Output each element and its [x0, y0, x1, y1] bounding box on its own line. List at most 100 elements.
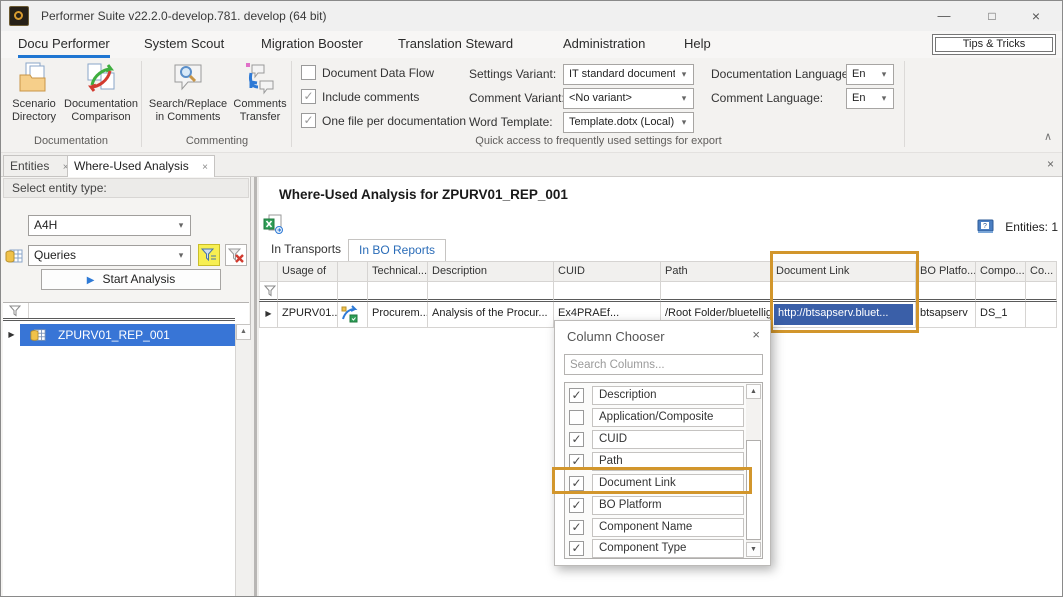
- cell-description: Analysis of the Procur...: [428, 302, 554, 328]
- excel-export-icon: [263, 214, 283, 234]
- header-path[interactable]: Path: [661, 261, 772, 282]
- cell-bo-platform: btsapserv: [916, 302, 976, 328]
- panel-splitter[interactable]: [251, 177, 259, 597]
- settings-variant-select[interactable]: IT standard document... ▾: [563, 64, 694, 85]
- document-link-value[interactable]: http://btsapserv.bluet...: [774, 304, 913, 325]
- scenario-directory-button[interactable]: Scenario Directory: [5, 61, 63, 124]
- word-template-select[interactable]: Template.dotx (Local) ▾: [563, 112, 694, 133]
- comment-language-select[interactable]: En ▾: [846, 88, 894, 109]
- tips-tricks-button[interactable]: Tips & Tricks: [932, 34, 1056, 55]
- ribbon-tab-help[interactable]: Help: [684, 31, 711, 58]
- comments-transfer-button[interactable]: Comments Transfer: [231, 61, 289, 124]
- checkbox-box[interactable]: ✓: [569, 476, 584, 491]
- documentation-language-select[interactable]: En ▾: [846, 64, 894, 85]
- filter-clear-button[interactable]: [225, 244, 247, 266]
- checkbox-box: ✓: [301, 113, 316, 128]
- column-item-label: Component Type: [592, 539, 744, 558]
- header-document-link[interactable]: Document Link: [772, 261, 916, 282]
- header-icon-col: [338, 261, 368, 282]
- panel-close-icon[interactable]: ×: [1047, 157, 1054, 171]
- export-excel-button[interactable]: [263, 214, 285, 236]
- quick-access-group-label: Quick access to frequently used settings…: [293, 135, 904, 147]
- maximize-icon[interactable]: □: [970, 1, 1014, 31]
- scroll-thumb[interactable]: [746, 440, 761, 540]
- checkbox-box[interactable]: ✓: [569, 454, 584, 469]
- tab-in-bo-reports[interactable]: In BO Reports: [348, 239, 446, 261]
- funnel-icon: [264, 285, 276, 297]
- column-item-label: BO Platform: [592, 496, 744, 515]
- tab-entities[interactable]: Entities ×: [3, 155, 76, 177]
- header-description[interactable]: Description: [428, 261, 554, 282]
- header-cuid[interactable]: CUID: [554, 261, 661, 282]
- minimize-icon[interactable]: —: [922, 1, 966, 31]
- ribbon-tab-docu-performer[interactable]: Docu Performer: [18, 31, 110, 58]
- checkbox-box[interactable]: ✓: [569, 498, 584, 513]
- entity-type-value: Queries: [34, 246, 172, 265]
- collapse-ribbon-icon[interactable]: ∧: [1044, 130, 1052, 143]
- filter-edit-button[interactable]: [198, 244, 220, 266]
- checkbox-one-file-per-documentation[interactable]: ✓ One file per documentation: [301, 113, 471, 129]
- tree-scrollbar[interactable]: ▲: [235, 324, 251, 597]
- entities-book-icon: ?: [977, 219, 994, 234]
- close-icon[interactable]: ×: [1014, 1, 1058, 31]
- scenario-directory-icon: [17, 61, 51, 95]
- header-indicator: [259, 261, 278, 282]
- header-technical-name[interactable]: Technical...: [368, 261, 428, 282]
- entity-selection-panel: Select entity type: A4H ▾ Queries ▾: [1, 177, 251, 597]
- chevron-down-icon: ▾: [878, 89, 890, 108]
- filter-funnel-icon: [201, 247, 217, 263]
- header-bo-platform[interactable]: BO Platfo...: [916, 261, 976, 282]
- documentation-comparison-label: Documentation Comparison: [64, 98, 138, 123]
- app-window: Performer Suite v22.2.0-develop.781. dev…: [0, 0, 1063, 597]
- query-item-icon: [30, 327, 46, 343]
- ribbon-tab-migration-booster[interactable]: Migration Booster: [261, 31, 363, 58]
- header-usage-of[interactable]: Usage of: [278, 261, 338, 282]
- window-title: Performer Suite v22.2.0-develop.781. dev…: [41, 1, 327, 31]
- tab-close-icon[interactable]: ×: [202, 162, 208, 173]
- tab-where-used-analysis[interactable]: Where-Used Analysis ×: [67, 155, 215, 178]
- tree-row-zpurv01[interactable]: ▶ ZPURV01_REP_001: [3, 324, 235, 346]
- scroll-up-icon[interactable]: ▲: [746, 384, 761, 399]
- checkbox-box[interactable]: ✓: [569, 541, 584, 556]
- checkbox-box[interactable]: ✓: [569, 520, 584, 535]
- dialog-scrollbar[interactable]: ▲ ▼: [746, 384, 761, 557]
- documentation-comparison-button[interactable]: Documentation Comparison: [63, 61, 139, 124]
- row-expand-icon[interactable]: ▶: [259, 302, 278, 328]
- cell-document-link[interactable]: http://btsapserv.bluet...: [772, 302, 916, 328]
- column-item-label: Description: [592, 386, 744, 405]
- header-component-name[interactable]: Compo...: [976, 261, 1026, 282]
- dialog-close-icon[interactable]: ×: [752, 327, 760, 342]
- entities-count: ? Entities: 1: [977, 219, 1058, 234]
- system-select[interactable]: A4H ▾: [28, 215, 191, 236]
- header-component-type[interactable]: Co...: [1026, 261, 1057, 282]
- app-logo-icon: [9, 6, 29, 26]
- scroll-up-icon[interactable]: ▲: [236, 324, 251, 340]
- checkbox-label: Document Data Flow: [322, 65, 434, 81]
- ribbon-tab-system-scout[interactable]: System Scout: [144, 31, 224, 58]
- expand-icon[interactable]: ▶: [3, 324, 20, 346]
- checkbox-box[interactable]: ✓: [569, 432, 584, 447]
- checkbox-box[interactable]: [569, 410, 584, 425]
- results-table-filter-row[interactable]: [259, 282, 1057, 302]
- checkbox-include-comments[interactable]: ✓ Include comments: [301, 89, 461, 105]
- checkbox-document-data-flow[interactable]: Document Data Flow: [301, 65, 461, 81]
- cell-usage-of: ZPURV01...: [278, 302, 338, 328]
- entity-type-select[interactable]: Queries ▾: [28, 245, 191, 266]
- start-analysis-label: Start Analysis: [103, 272, 176, 286]
- chevron-down-icon: ▾: [678, 89, 690, 108]
- checkbox-label: Include comments: [322, 89, 419, 105]
- svg-text:?: ?: [983, 223, 987, 230]
- chevron-down-icon: ▾: [175, 216, 187, 235]
- scroll-down-icon[interactable]: ▼: [746, 542, 761, 557]
- ribbon-tab-administration[interactable]: Administration: [563, 31, 645, 58]
- comment-variant-select[interactable]: <No variant> ▾: [563, 88, 694, 109]
- checkbox-box[interactable]: ✓: [569, 388, 584, 403]
- search-replace-comments-button[interactable]: Search/Replace in Comments: [147, 61, 229, 124]
- cell-component-type: [1026, 302, 1057, 328]
- tree-filter-row[interactable]: [3, 303, 235, 321]
- checkbox-box: ✓: [301, 89, 316, 104]
- start-analysis-button[interactable]: ▶Start Analysis: [41, 269, 221, 290]
- ribbon-tab-translation-steward[interactable]: Translation Steward: [398, 31, 513, 58]
- tab-in-transports[interactable]: In Transports: [261, 239, 351, 261]
- search-columns-input[interactable]: [564, 354, 763, 375]
